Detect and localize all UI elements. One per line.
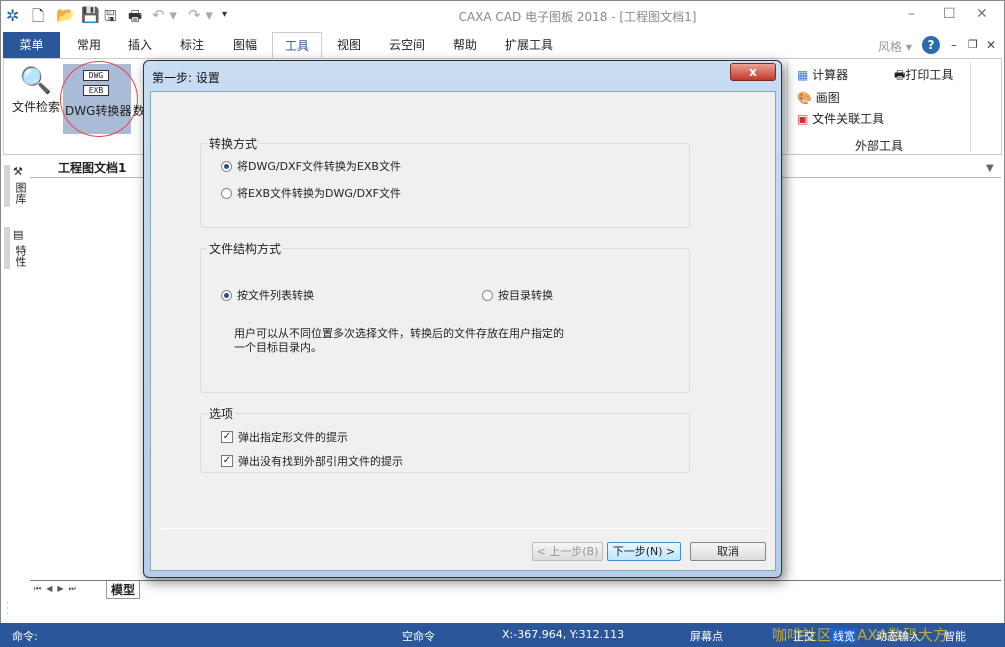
tab-annotate[interactable]: 标注 [166, 32, 218, 58]
tab-view[interactable]: 视图 [323, 32, 375, 58]
command-state: 空命令 [402, 630, 435, 643]
calculator-button[interactable]: ▦ 计算器 [797, 66, 848, 83]
minimize-button[interactable]: – [908, 6, 915, 22]
checkbox-shape-file-prompt[interactable]: ✓ 弹出指定形文件的提示 [221, 429, 348, 445]
properties-panel-tab[interactable]: 特性 [12, 245, 28, 267]
paint-label: 画图 [815, 91, 840, 105]
next-button[interactable]: 下一步(N) > [607, 542, 681, 561]
ribbon-divider [787, 62, 788, 152]
layout-nav-arrows[interactable]: ⏮◀▶⏭ [34, 584, 81, 594]
command-grip[interactable]: · · · [6, 600, 9, 619]
options-label: 选项 [207, 405, 236, 422]
file-search-button[interactable]: 🔍 文件检索 [10, 66, 62, 115]
doc-minimize-icon[interactable]: – [951, 38, 957, 52]
structure-description: 用户可以从不同位置多次选择文件，转换后的文件存放在用户指定的一个目标目录内。 [234, 327, 564, 354]
ortho-toggle[interactable]: 正交 [793, 628, 815, 644]
radio-dwg-to-exb[interactable]: 将DWG/DXF文件转换为EXB文件 [221, 158, 401, 174]
dwg-converter-dialog: 第一步: 设置 x 转换方式 将DWG/DXF文件转换为EXB文件 将EXB文件… [143, 60, 782, 578]
radio-button[interactable] [221, 187, 232, 199]
file-association-label: 文件关联工具 [812, 112, 885, 126]
palette-icon: 🎨 [797, 91, 812, 105]
conversion-mode-group: 转换方式 将DWG/DXF文件转换为EXB文件 将EXB文件转换为DWG/DXF… [200, 135, 690, 228]
radio-exb-to-dwg[interactable]: 将EXB文件转换为DWG/DXF文件 [221, 185, 401, 201]
tab-extensions[interactable]: 扩展工具 [496, 32, 562, 58]
options-group: 选项 ✓ 弹出指定形文件的提示 ✓ 弹出没有找到外部引用文件的提示 [200, 405, 690, 473]
layout-tab-model[interactable]: 模型 [106, 581, 141, 599]
option-label: 按文件列表转换 [237, 289, 314, 302]
tab-menu[interactable]: 菜单 [3, 32, 60, 58]
paint-button[interactable]: 🎨 画图 [797, 89, 840, 106]
tab-common[interactable]: 常用 [64, 32, 114, 58]
option-label: 弹出指定形文件的提示 [238, 431, 348, 444]
option-label: 将EXB文件转换为DWG/DXF文件 [237, 187, 401, 200]
checkbox-checked[interactable]: ✓ [221, 455, 233, 467]
properties-panel-icon[interactable]: ▤ [13, 228, 23, 241]
dialog-title: 第一步: 设置 [152, 71, 220, 85]
snap-mode[interactable]: 屏幕点 [690, 628, 723, 644]
external-tools-group-label: 外部工具 [855, 139, 904, 153]
print-tool-label: 打印工具 [905, 68, 954, 82]
dynamic-input-toggle[interactable]: 动态输入 [876, 628, 920, 644]
calculator-icon: ▦ [797, 68, 809, 82]
doc-close-icon[interactable]: ✕ [986, 38, 996, 52]
calculator-label: 计算器 [812, 68, 849, 82]
window-title: CAXA CAD 电子图板 2018 - [工程图文档1] [458, 10, 697, 24]
panel-handle[interactable] [4, 165, 10, 207]
gallery-panel-tab[interactable]: 图库 [12, 182, 28, 204]
printer-icon: 🖶 [894, 68, 906, 82]
style-dropdown[interactable]: 风格 ▾ [878, 38, 912, 55]
dialog-body: 转换方式 将DWG/DXF文件转换为EXB文件 将EXB文件转换为DWG/DXF… [150, 91, 776, 571]
tab-insert[interactable]: 插入 [115, 32, 165, 58]
dialog-close-button[interactable]: x [730, 63, 776, 81]
maximize-button[interactable]: ☐ [943, 6, 956, 22]
radio-button-selected[interactable] [221, 289, 232, 301]
gallery-panel-icon[interactable]: ⚒ [13, 165, 23, 178]
checkbox-missing-xref-prompt[interactable]: ✓ 弹出没有找到外部引用文件的提示 [221, 453, 403, 469]
cancel-button[interactable]: 取消 [690, 542, 766, 561]
option-label: 按目录转换 [498, 289, 553, 302]
coordinates-readout: X:-367.964, Y:312.113 [502, 628, 625, 641]
radio-by-directory[interactable]: 按目录转换 [482, 287, 553, 303]
radio-by-file-list[interactable]: 按文件列表转换 [221, 287, 314, 303]
option-label: 将DWG/DXF文件转换为EXB文件 [237, 160, 401, 173]
document-tab[interactable]: 工程图文档1 [58, 159, 126, 176]
tab-cloud[interactable]: 云空间 [376, 32, 438, 58]
close-button[interactable]: ✕ [976, 6, 988, 22]
magnifier-icon: 🔍 [19, 66, 53, 96]
tab-help[interactable]: 帮助 [440, 32, 490, 58]
status-bar: 命令: 空命令 X:-367.964, Y:312.113 屏幕点 咖啡社区 |… [0, 623, 1005, 647]
option-label: 弹出没有找到外部引用文件的提示 [238, 455, 403, 468]
smart-toggle[interactable]: 智能 [944, 628, 966, 644]
layout-tab-line [30, 580, 1001, 581]
highlight-circle [60, 61, 138, 137]
radio-button-selected[interactable] [221, 160, 232, 172]
checkbox-checked[interactable]: ✓ [221, 431, 233, 443]
file-structure-group: 文件结构方式 按文件列表转换 按目录转换 用户可以从不同位置多次选择文件，转换后… [200, 240, 690, 393]
doc-restore-icon[interactable]: ❐ [968, 38, 978, 51]
radio-button[interactable] [482, 289, 493, 301]
doc-tab-dropdown-icon[interactable]: ▼ [986, 163, 994, 174]
tab-tools[interactable]: 工具 [272, 32, 322, 58]
file-association-icon: ▣ [797, 112, 809, 126]
conversion-mode-label: 转换方式 [207, 135, 260, 152]
linewidth-toggle[interactable]: 线宽 [830, 628, 858, 644]
prev-button[interactable]: < 上一步(B) [532, 542, 603, 561]
file-search-label: 文件检索 [11, 100, 60, 114]
tab-frame[interactable]: 图幅 [219, 32, 271, 58]
help-icon[interactable]: ? [922, 36, 940, 54]
command-prompt[interactable]: 命令: [12, 628, 38, 644]
file-structure-label: 文件结构方式 [207, 240, 284, 257]
style-label: 风格 [878, 40, 903, 54]
ribbon-divider [970, 62, 971, 152]
print-tool-button[interactable]: 🖶打印工具 [894, 66, 953, 87]
dialog-separator [161, 528, 765, 529]
panel-handle[interactable] [4, 227, 10, 269]
file-association-button[interactable]: ▣ 文件关联工具 [797, 110, 884, 127]
